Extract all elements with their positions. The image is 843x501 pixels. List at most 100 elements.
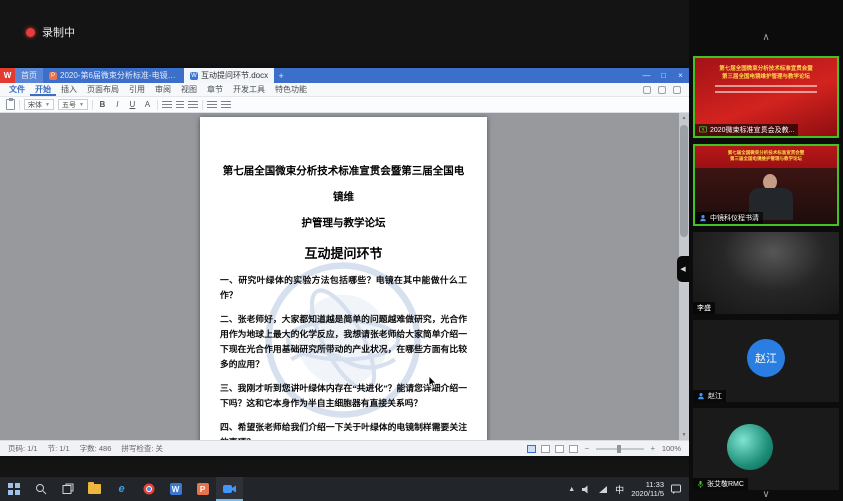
menu-review[interactable]: 审阅 [150,83,176,96]
wps-status-bar: 页码: 1/1 节: 1/1 字数: 486 拼写检查: 关 − + 100% [0,440,689,456]
task-view-icon [62,483,74,495]
document-tab-docx[interactable]: W 互动提问环节.docx [184,68,274,83]
chrome-browser-button[interactable] [135,477,162,501]
view-mode-outline-icon[interactable] [555,445,564,453]
menu-developer[interactable]: 开发工具 [228,83,270,96]
menu-section[interactable]: 章节 [202,83,228,96]
slide-banner-line2: 第三届全国电镜维护管理与教学论坛 [695,73,837,81]
tray-expand-icon[interactable]: ▲ [568,486,575,493]
collapse-ribbon-icon[interactable] [673,86,681,94]
ime-indicator[interactable]: 中 [615,483,624,496]
search-button[interactable] [27,477,54,501]
align-left-icon[interactable] [162,101,172,109]
windows-taskbar: e W P ▲ 中 11:33 [0,477,689,501]
italic-button[interactable]: I [112,99,123,111]
cloud-sync-icon[interactable] [643,86,651,94]
menu-file[interactable]: 文件 [4,83,30,96]
line-spacing-icon[interactable] [221,101,231,109]
file-explorer-button[interactable] [81,477,108,501]
action-center-icon[interactable] [671,484,681,494]
paste-icon[interactable] [6,99,15,110]
view-mode-fullscreen-icon[interactable] [569,445,578,453]
share-icon[interactable] [658,86,666,94]
question-1: 一、研究叶绿体的实验方法包括哪些？电镜在其中能做什么工作？ [220,273,467,303]
screen-share-icon [699,126,707,134]
menu-references[interactable]: 引用 [124,83,150,96]
person-icon [697,392,705,400]
home-tab[interactable]: 首页 [15,68,43,83]
participant-name: 张艾敬RMC [707,479,744,489]
bullet-list-icon[interactable] [207,101,217,109]
participant-tile-presenter[interactable]: 第七届全国微束分析技术标准宣贯会暨 第三届全国电镜维护管理与教学论坛 中镜科仪程… [693,144,839,226]
zoom-level[interactable]: 100% [662,444,681,453]
participant-tile[interactable]: 李盛 [693,232,839,314]
ppt-tab-label: 2020-第6届微束分析标准-电镜维...ppt [60,70,178,81]
status-page-number: 页码: 1/1 [8,443,38,454]
participant-tile[interactable]: 张艾敬RMC [693,408,839,490]
font-family-select[interactable]: 宋体 ▼ [24,99,54,110]
participants-scroll-up[interactable]: ∧ [689,32,843,43]
underline-button[interactable]: U [127,99,138,111]
menu-right-icons [643,83,689,96]
task-view-button[interactable] [54,477,81,501]
network-icon[interactable] [598,485,608,494]
sidebar-collapse-handle[interactable]: ◀ [677,256,689,282]
maximize-button[interactable]: □ [655,68,672,83]
view-mode-page-icon[interactable] [527,445,536,453]
ppt-file-icon: P [49,72,57,80]
zoom-out-button[interactable]: − [583,444,591,453]
scroll-down-arrow-icon[interactable]: ▼ [679,432,689,438]
align-justify-icon[interactable] [188,101,198,109]
document-subtitle: 互动提问环节 [220,243,467,262]
statusbar-right: − + 100% [527,444,681,453]
participant-tile-screenshare[interactable]: 第七届全国微束分析技术标准宣贯会暨 第三届全国电镜维护管理与教学论坛 2020微… [693,56,839,138]
chevron-down-icon: ▼ [45,102,50,108]
participants-scroll-down[interactable]: ∨ [689,489,843,500]
document-tab-ppt[interactable]: P 2020-第6届微束分析标准-电镜维...ppt [43,68,184,83]
tabbar-spacer [288,68,638,83]
menu-home[interactable]: 开始 [30,83,56,96]
status-word-count[interactable]: 字数: 486 [80,443,112,454]
status-spellcheck[interactable]: 拼写检查: 关 [121,443,163,454]
person-icon [699,214,707,222]
font-color-button[interactable]: A [142,99,153,111]
chevron-down-icon: ▼ [79,102,84,108]
menu-insert[interactable]: 插入 [56,83,82,96]
zoom-in-button[interactable]: + [649,444,657,453]
participant-label: 李盛 [693,302,715,314]
align-center-icon[interactable] [176,101,184,109]
home-tab-label: 首页 [21,70,37,81]
toolbar-divider [19,100,20,110]
recording-label: 录制中 [42,24,75,40]
bold-button[interactable]: B [97,99,108,111]
meeting-app-button[interactable] [216,477,243,501]
menu-features[interactable]: 特色功能 [270,83,312,96]
document-area: 第七届全国微束分析技术标准宣贯会暨第三届全国电镜维 护管理与教学论坛 互动提问环… [0,113,689,440]
volume-icon[interactable] [582,485,591,494]
menu-view[interactable]: 视图 [176,83,202,96]
new-tab-button[interactable]: + [274,68,288,83]
menu-page-layout[interactable]: 页面布局 [82,83,124,96]
doc-file-icon: W [190,72,198,80]
zoom-slider-knob[interactable] [617,445,621,453]
wps-writer-icon: W [170,483,182,495]
wps-writer-button[interactable]: W [162,477,189,501]
question-4: 四、希望张老师给我们介绍一下关于叶绿体的电镜制样需要关注的事项？ [220,420,467,440]
document-page[interactable]: 第七届全国微束分析技术标准宣贯会暨第三届全国电镜维 护管理与教学论坛 互动提问环… [200,117,487,440]
close-button[interactable]: × [672,68,689,83]
font-size-select[interactable]: 五号 ▼ [58,99,88,110]
edge-icon: e [118,483,124,495]
minimize-button[interactable]: — [638,68,655,83]
banner-line2: 第三届全国电镜维护管理与教学论坛 [695,156,837,162]
zoom-slider[interactable] [596,448,644,450]
start-button[interactable] [0,477,27,501]
participant-tile[interactable]: 赵江 赵江 [693,320,839,402]
system-tray: ▲ 中 11:33 2020/11/5 [568,480,689,498]
taskbar-clock[interactable]: 11:33 2020/11/5 [631,480,664,498]
scroll-up-arrow-icon[interactable]: ▲ [679,115,689,121]
view-mode-web-icon[interactable] [541,445,550,453]
edge-browser-button[interactable]: e [108,477,135,501]
wps-presentation-button[interactable]: P [189,477,216,501]
participant-label: 张艾敬RMC [693,478,748,490]
scrollbar-thumb[interactable] [680,125,688,237]
